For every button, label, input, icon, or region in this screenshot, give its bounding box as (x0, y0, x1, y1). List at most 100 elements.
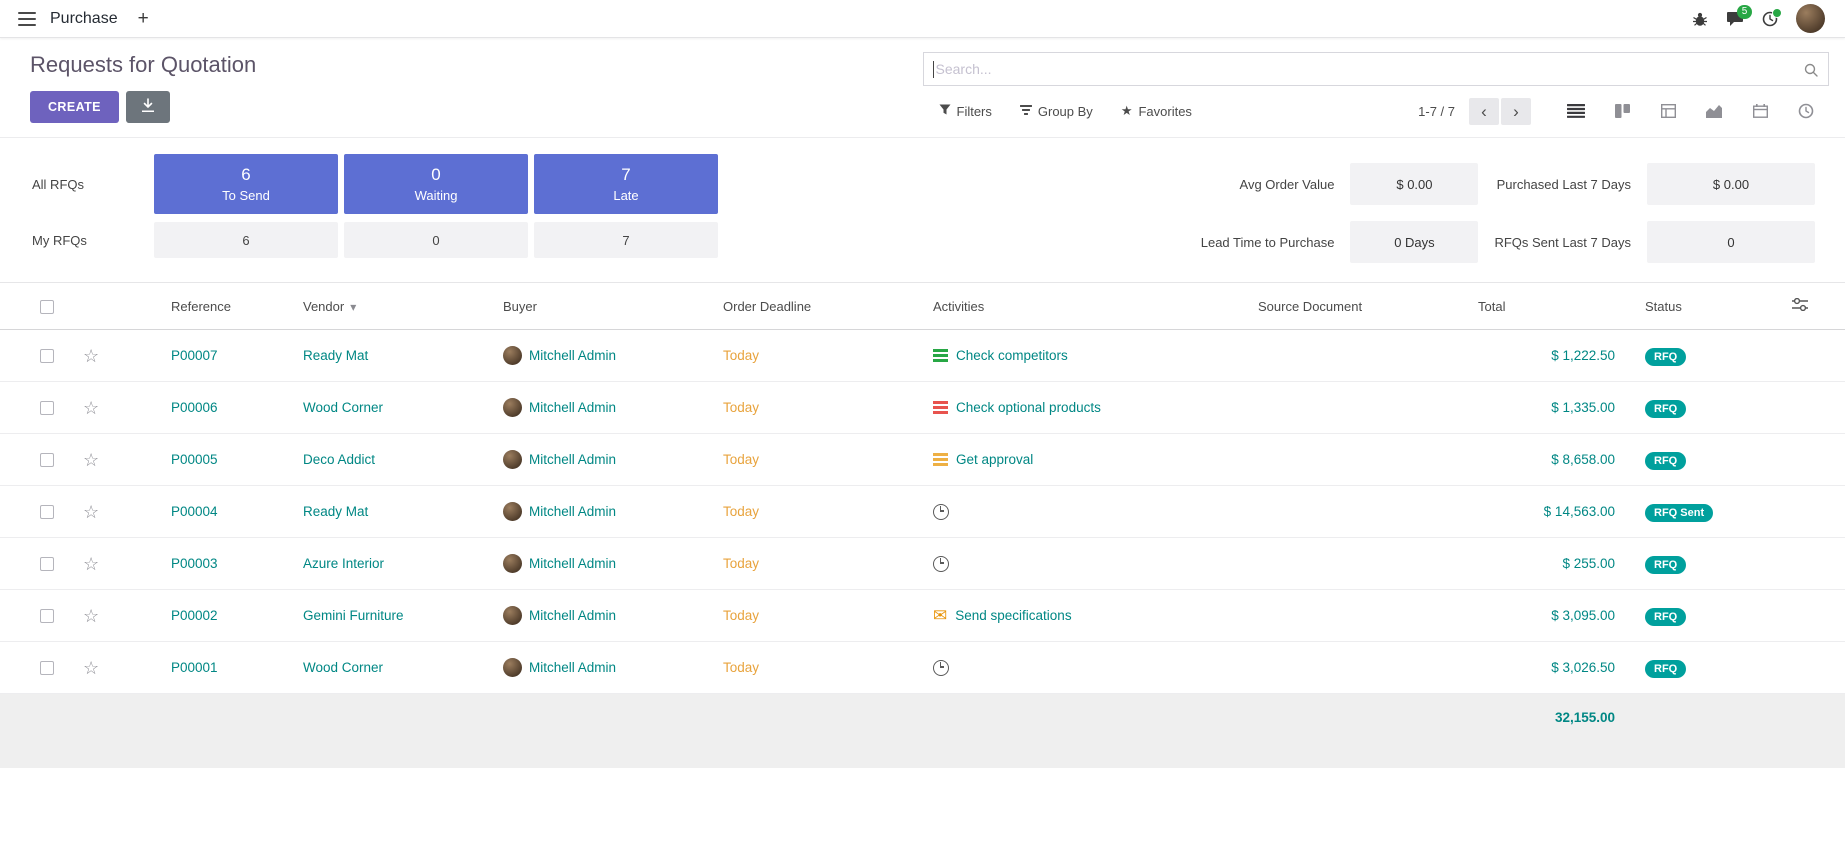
reference-link[interactable]: P00007 (171, 348, 218, 363)
favorite-star-icon[interactable]: ☆ (83, 658, 99, 678)
header-activities[interactable]: Activities (925, 283, 1250, 330)
messages-icon[interactable]: 5 (1726, 11, 1744, 27)
vendor-link[interactable]: Gemini Furniture (303, 608, 404, 623)
my-waiting-count[interactable]: 0 (344, 222, 528, 258)
table-row[interactable]: ☆ P00007 Ready Mat Mitchell Admin Today … (0, 330, 1845, 382)
row-checkbox[interactable] (40, 505, 54, 519)
debug-bug-icon[interactable] (1692, 11, 1708, 27)
user-avatar[interactable] (1796, 4, 1825, 33)
favorite-star-icon[interactable]: ☆ (83, 502, 99, 522)
group-by-button[interactable]: Group By (1020, 104, 1093, 119)
row-checkbox[interactable] (40, 557, 54, 571)
purchased-last-7-days: $ 0.00 (1647, 163, 1815, 205)
activity-icon[interactable]: ✉ (933, 607, 947, 624)
activity-view-button[interactable] (1783, 97, 1829, 125)
header-reference[interactable]: Reference (155, 283, 295, 330)
buyer-link[interactable]: Mitchell Admin (529, 452, 616, 467)
reference-link[interactable]: P00005 (171, 452, 218, 467)
status-badge: RFQ (1645, 608, 1686, 626)
row-checkbox[interactable] (40, 661, 54, 675)
favorite-star-icon[interactable]: ☆ (83, 346, 99, 366)
table-row[interactable]: ☆ P00001 Wood Corner Mitchell Admin Toda… (0, 642, 1845, 694)
select-all-checkbox[interactable] (40, 300, 54, 314)
row-checkbox[interactable] (40, 609, 54, 623)
vendor-link[interactable]: Deco Addict (303, 452, 375, 467)
buyer-link[interactable]: Mitchell Admin (529, 504, 616, 519)
buyer-link[interactable]: Mitchell Admin (529, 400, 616, 415)
activity-icon[interactable] (933, 660, 949, 676)
favorite-star-icon[interactable]: ☆ (83, 398, 99, 418)
vendor-link[interactable]: Ready Mat (303, 504, 368, 519)
search-icon[interactable] (1803, 62, 1819, 83)
vendor-link[interactable]: Ready Mat (303, 348, 368, 363)
activity-label[interactable]: Check optional products (956, 400, 1101, 415)
table-row[interactable]: ☆ P00005 Deco Addict Mitchell Admin Toda… (0, 434, 1845, 486)
header-options (1755, 283, 1845, 330)
table-row[interactable]: ☆ P00003 Azure Interior Mitchell Admin T… (0, 538, 1845, 590)
activity-icon[interactable] (933, 453, 948, 466)
create-button[interactable]: CREATE (30, 91, 119, 123)
reference-link[interactable]: P00006 (171, 400, 218, 415)
optional-columns-icon[interactable] (1792, 299, 1808, 314)
my-to-send-count[interactable]: 6 (154, 222, 338, 258)
list-view-button[interactable] (1553, 97, 1599, 125)
kanban-view-button[interactable] (1599, 97, 1645, 125)
activity-label[interactable]: Get approval (956, 452, 1033, 467)
favorite-star-icon[interactable]: ☆ (83, 554, 99, 574)
reference-link[interactable]: P00004 (171, 504, 218, 519)
reference-link[interactable]: P00003 (171, 556, 218, 571)
plus-button[interactable]: + (130, 8, 157, 30)
buyer-link[interactable]: Mitchell Admin (529, 608, 616, 623)
search-input[interactable] (924, 53, 1829, 85)
graph-view-button[interactable] (1691, 97, 1737, 125)
table-row[interactable]: ☆ P00002 Gemini Furniture Mitchell Admin… (0, 590, 1845, 642)
activity-icon[interactable] (933, 504, 949, 520)
total-amount: $ 1,335.00 (1470, 382, 1625, 434)
header-buyer[interactable]: Buyer (495, 283, 715, 330)
table-row[interactable]: ☆ P00006 Wood Corner Mitchell Admin Toda… (0, 382, 1845, 434)
pager-next-button[interactable]: › (1501, 98, 1531, 125)
header-source-document[interactable]: Source Document (1250, 283, 1470, 330)
favorites-button[interactable]: ★ Favorites (1121, 103, 1192, 119)
pivot-view-button[interactable] (1645, 97, 1691, 125)
buyer-link[interactable]: Mitchell Admin (529, 660, 616, 675)
activities-icon[interactable] (1762, 11, 1778, 27)
pager-previous-button[interactable]: ‹ (1469, 98, 1499, 125)
buyer-link[interactable]: Mitchell Admin (529, 348, 616, 363)
apps-menu-icon[interactable] (14, 8, 46, 29)
tile-late[interactable]: 7 Late (534, 154, 718, 214)
group-by-label: Group By (1038, 104, 1093, 119)
order-deadline: Today (723, 608, 759, 623)
calendar-view-button[interactable] (1737, 97, 1783, 125)
header-status[interactable]: Status (1625, 283, 1755, 330)
vendor-link[interactable]: Wood Corner (303, 660, 383, 675)
page-title: Requests for Quotation (30, 52, 923, 78)
activity-icon[interactable] (933, 401, 948, 414)
table-row[interactable]: ☆ P00004 Ready Mat Mitchell Admin Today … (0, 486, 1845, 538)
favorite-star-icon[interactable]: ☆ (83, 606, 99, 626)
row-checkbox[interactable] (40, 349, 54, 363)
my-late-count[interactable]: 7 (534, 222, 718, 258)
download-button[interactable] (126, 91, 170, 123)
tile-waiting[interactable]: 0 Waiting (344, 154, 528, 214)
row-checkbox[interactable] (40, 453, 54, 467)
topbar: Purchase + 5 (0, 0, 1845, 38)
header-vendor[interactable]: Vendor▾ (295, 283, 495, 330)
header-total[interactable]: Total (1470, 283, 1625, 330)
favorite-star-icon[interactable]: ☆ (83, 450, 99, 470)
reference-link[interactable]: P00002 (171, 608, 218, 623)
app-name[interactable]: Purchase (50, 10, 118, 28)
activity-label[interactable]: Check competitors (956, 348, 1068, 363)
tile-to-send[interactable]: 6 To Send (154, 154, 338, 214)
vendor-link[interactable]: Wood Corner (303, 400, 383, 415)
filters-button[interactable]: Filters (939, 104, 992, 119)
all-rfqs-label: All RFQs (32, 177, 148, 192)
buyer-link[interactable]: Mitchell Admin (529, 556, 616, 571)
row-checkbox[interactable] (40, 401, 54, 415)
header-order-deadline[interactable]: Order Deadline (715, 283, 925, 330)
activity-icon[interactable] (933, 349, 948, 362)
activity-label[interactable]: Send specifications (955, 608, 1071, 623)
activity-icon[interactable] (933, 556, 949, 572)
reference-link[interactable]: P00001 (171, 660, 218, 675)
vendor-link[interactable]: Azure Interior (303, 556, 384, 571)
